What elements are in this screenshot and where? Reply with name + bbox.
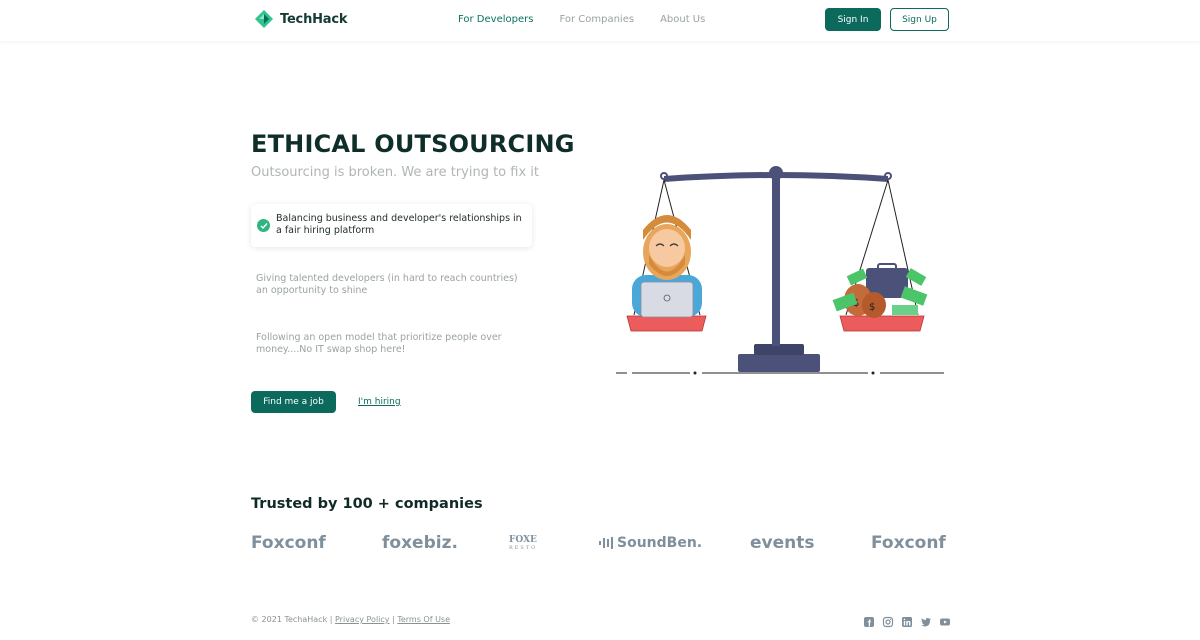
trusted-title: Trusted by 100 + companies <box>251 496 483 512</box>
svg-text:$: $ <box>869 302 875 313</box>
brand-name: TechHack <box>280 11 348 27</box>
feature-text: Balancing business and developer's relat… <box>276 213 522 236</box>
partner-logos: Foxconf foxebiz. FOXE RESTO SoundBen. ev… <box>251 533 949 557</box>
partner-logo: events <box>750 533 815 553</box>
feature-item[interactable]: Giving talented developers (in hard to r… <box>251 273 532 297</box>
partner-logo: SoundBen. <box>599 535 702 551</box>
hero-subtitle: Outsourcing is broken. We are trying to … <box>251 165 539 180</box>
privacy-policy-link[interactable]: Privacy Policy <box>335 615 390 624</box>
partner-logo: Foxconf <box>251 533 326 553</box>
social-links <box>863 615 951 628</box>
partner-logo-text: SoundBen. <box>617 535 703 551</box>
nav-about-us[interactable]: About Us <box>660 14 705 25</box>
twitter-icon[interactable] <box>920 615 932 627</box>
techhack-logo-icon <box>255 10 273 28</box>
nav-for-developers[interactable]: For Developers <box>458 14 533 25</box>
facebook-icon[interactable] <box>863 615 875 627</box>
partner-logo: Foxconf <box>871 533 946 553</box>
sign-in-button[interactable]: Sign In <box>825 8 881 31</box>
top-navbar: TechHack For Developers For Companies Ab… <box>0 0 1200 41</box>
terms-of-use-link[interactable]: Terms Of Use <box>397 615 450 624</box>
copyright-text: © 2021 TechaHack | <box>251 615 335 624</box>
feature-text: Following an open model that prioritize … <box>256 332 502 355</box>
nav-for-companies[interactable]: For Companies <box>559 14 634 25</box>
sign-up-button[interactable]: Sign Up <box>890 8 949 31</box>
youtube-icon[interactable] <box>939 615 951 627</box>
feature-card-active[interactable]: Balancing business and developer's relat… <box>251 204 532 247</box>
feature-item[interactable]: Following an open model that prioritize … <box>251 332 532 356</box>
find-job-button[interactable]: Find me a job <box>251 391 336 413</box>
money-pile: $ $ <box>832 263 928 318</box>
instagram-icon[interactable] <box>882 615 894 628</box>
partner-logo: foxebiz. <box>382 533 458 553</box>
developer-figure <box>632 215 702 318</box>
im-hiring-link[interactable]: I'm hiring <box>358 397 401 407</box>
sound-bars-icon <box>599 537 613 549</box>
partner-logo: FOXE RESTO <box>509 536 537 552</box>
footer-legal: © 2021 TechaHack | Privacy Policy | Term… <box>251 615 450 624</box>
partner-logo-sub: RESTO <box>509 545 538 551</box>
linkedin-icon[interactable] <box>901 615 913 627</box>
check-circle-icon <box>257 219 270 232</box>
brand-logo[interactable]: TechHack <box>254 9 348 29</box>
feature-text: Giving talented developers (in hard to r… <box>256 273 518 296</box>
hero-title: ETHICAL OUTSOURCING <box>251 130 575 158</box>
balance-scale-illustration: $ $ <box>616 166 944 375</box>
main-nav: For Developers For Companies About Us <box>458 14 705 25</box>
